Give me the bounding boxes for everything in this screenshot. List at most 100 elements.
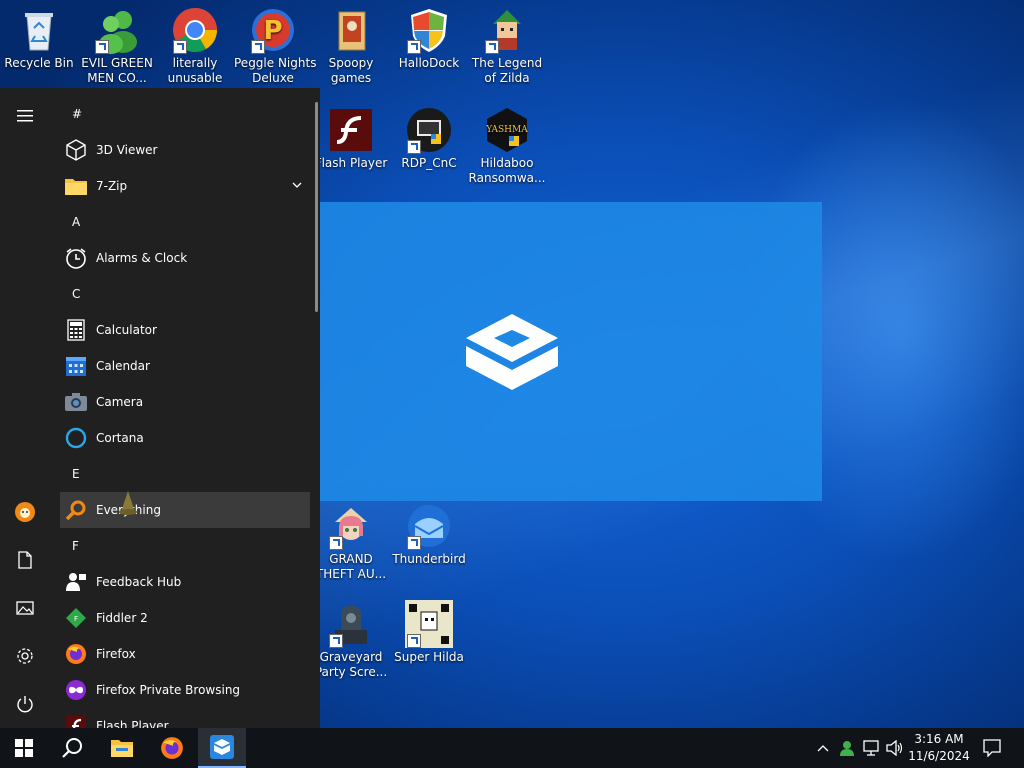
zilda-icon [483,6,531,54]
user-status-icon [840,741,854,756]
documents-button[interactable] [0,540,50,580]
show-hidden-icons-button[interactable] [812,728,834,768]
file-explorer-button[interactable] [98,728,146,768]
sandbox-taskbar-button[interactable] [198,728,246,768]
desktop-icon-peggle[interactable]: P Peggle Nights Deluxe [234,6,316,86]
desktop-icon-label: EVIL GREEN MEN CO... [81,56,153,85]
file-explorer-icon [111,740,133,757]
user-status-tray-button[interactable] [836,728,858,768]
desktop-icon-gta[interactable]: GRAND THEFT AU... [312,502,390,582]
desktop-icon-label: literally unusable [167,56,223,85]
group-header-a[interactable]: A [60,204,310,240]
app-label: Firefox [96,647,136,661]
svg-text:F: F [74,615,78,623]
desktop-icon-hallodock[interactable]: HalloDock [390,6,468,71]
group-header-label: # [72,107,83,121]
desktop-icon-label: Thunderbird [392,552,466,566]
desktop-icon-label: Recycle Bin [4,56,74,70]
group-header-hash[interactable]: # [60,96,310,132]
firefox-icon [64,642,88,666]
folder-icon [64,174,88,198]
app-firefox-private-browsing[interactable]: Firefox Private Browsing [60,672,310,708]
desktop-icon-legend-of-zilda[interactable]: The Legend of Zilda [468,6,546,86]
app-flash-player[interactable]: Flash Player [60,708,310,728]
chevron-up-icon [817,745,829,752]
shortcut-arrow-icon [329,536,343,550]
shortcut-arrow-icon [485,40,499,54]
search-button[interactable] [48,728,96,768]
shortcut-arrow-icon [329,634,343,648]
app-label: Calculator [96,323,157,337]
desktop-icon-label: Graveyard Party Scre... [314,650,388,679]
desktop-icon-evil-green-men[interactable]: EVIL GREEN MEN CO... [78,6,156,86]
app-label: Calendar [96,359,150,373]
app-label: Firefox Private Browsing [96,683,241,697]
desktop-icon-graveyard-party[interactable]: Graveyard Party Scre... [312,600,390,680]
chrome-icon [171,6,219,54]
settings-button[interactable] [0,636,50,676]
super-hilda-icon [405,600,453,648]
app-calculator[interactable]: Calculator [60,312,310,348]
app-cortana[interactable]: Cortana [60,420,310,456]
rdp-icon [405,106,453,154]
desktop-icon-rdp-cnc[interactable]: RDP_CnC [390,106,468,171]
user-avatar-icon [15,502,35,522]
group-header-e[interactable]: E [60,456,310,492]
chevron-down-icon[interactable] [292,182,302,189]
green-men-icon [93,6,141,54]
desktop-icon-literally-unusable[interactable]: literally unusable [156,6,234,86]
user-account-button[interactable] [0,492,50,532]
camera-icon [64,390,88,414]
expand-menu-button[interactable] [0,96,50,136]
app-7-zip[interactable]: 7-Zip [60,168,310,204]
desktop-icon-hildaboo[interactable]: YASHMA Hildaboo Ransomwa... [468,106,546,186]
network-tray-button[interactable] [860,728,882,768]
desktop-icon-thunderbird[interactable]: Thunderbird [390,502,468,567]
pictures-icon [16,601,34,615]
calendar-icon [64,354,88,378]
app-everything[interactable]: Everything [60,492,310,528]
app-label: 7-Zip [96,179,128,193]
group-header-c[interactable]: C [60,276,310,312]
svg-text:YASHMA: YASHMA [485,125,528,135]
desktop-icon-label: Flash Player [314,156,388,170]
app-label: Cortana [96,431,144,445]
taskbar-clock[interactable]: 3:16 AM 11/6/2024 [900,731,978,765]
clock-time: 3:16 AM [914,732,964,746]
desktop-icon-recycle-bin[interactable]: Recycle Bin [0,6,78,71]
desktop-icon-label: Super Hilda [394,650,464,664]
app-3d-viewer[interactable]: 3D Viewer [60,132,310,168]
group-header-f[interactable]: F [60,528,310,564]
clock-date: 11/6/2024 [908,749,970,763]
calculator-icon [64,318,88,342]
start-menu: # 3D Viewer 7-Zip A Alarms & Clock C Cal… [0,88,320,728]
app-calendar[interactable]: Calendar [60,348,310,384]
desktop-icon-label: Hildaboo Ransomwa... [468,156,546,185]
feedback-hub-icon [64,570,88,594]
notification-icon [983,739,1001,757]
app-fiddler-2[interactable]: F Fiddler 2 [60,600,310,636]
action-center-button[interactable] [978,728,1006,768]
app-list-scrollbar[interactable] [315,102,318,312]
app-camera[interactable]: Camera [60,384,310,420]
firefox-private-icon [64,678,88,702]
group-header-label: E [72,467,80,481]
shortcut-arrow-icon [407,140,421,154]
desktop-icon-super-hilda[interactable]: Super Hilda [390,600,468,665]
hat-cursor-icon [119,491,137,515]
desktop-icon-spoopy-games[interactable]: Spoopy games [312,6,390,86]
firefox-taskbar-button[interactable] [148,728,196,768]
pictures-button[interactable] [0,588,50,628]
windows-start-icon [15,739,33,757]
sandbox-icon [210,735,234,759]
app-firefox[interactable]: Firefox [60,636,310,672]
app-alarms-clock[interactable]: Alarms & Clock [60,240,310,276]
settings-icon [17,648,33,664]
group-header-label: C [72,287,81,301]
shortcut-arrow-icon [407,536,421,550]
app-feedback-hub[interactable]: Feedback Hub [60,564,310,600]
desktop-icon-flash-player[interactable]: Flash Player [312,106,390,171]
power-button[interactable] [0,684,50,724]
start-button[interactable] [0,728,48,768]
power-icon [17,696,33,713]
